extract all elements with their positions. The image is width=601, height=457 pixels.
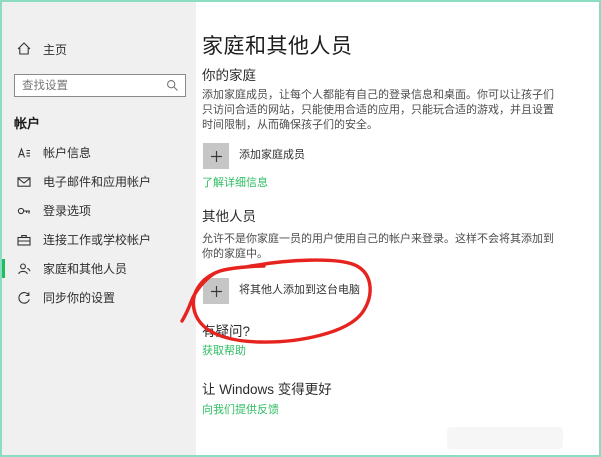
screenshot-artifact (447, 427, 563, 449)
other-people-description: 允许不是你家庭一员的用户使用自己的帐户来登录。这样不会将其添加到你的家庭中。 (202, 232, 564, 262)
home-icon (16, 41, 32, 57)
get-help-link[interactable]: 获取帮助 (202, 342, 246, 358)
your-family-heading: 你的家庭 (202, 64, 256, 84)
key-icon (16, 203, 32, 219)
sidebar-item-email-accounts[interactable]: 电子邮件和应用帐户 (2, 167, 196, 196)
home-label: 主页 (43, 41, 67, 58)
add-family-member-label: 添加家庭成员 (239, 146, 305, 162)
sidebar-item-family-other-people[interactable]: 家庭和其他人员 (2, 254, 196, 283)
add-someone-else-label: 将其他人添加到这台电脑 (239, 281, 360, 297)
selection-indicator (2, 259, 5, 278)
sidebar-item-label: 电子邮件和应用帐户 (43, 173, 151, 190)
add-family-member-button[interactable]: 添加家庭成员 (203, 143, 305, 169)
sync-icon (16, 290, 32, 306)
sidebar-item-label: 连接工作或学校帐户 (43, 231, 151, 248)
account-info-icon (16, 145, 32, 161)
add-someone-else-button[interactable]: 将其他人添加到这台电脑 (203, 278, 360, 304)
plus-icon (203, 143, 229, 169)
sidebar-item-label: 同步你的设置 (43, 289, 115, 306)
briefcase-icon (16, 232, 32, 248)
search-icon (166, 79, 179, 97)
sidebar-section-heading: 帐户 (14, 113, 196, 132)
feedback-heading: 让 Windows 变得更好 (202, 378, 332, 398)
learn-more-link[interactable]: 了解详细信息 (202, 174, 268, 190)
your-family-description: 添加家庭成员，让每个人都能有自己的登录信息和桌面。你可以让孩子们只访问合适的网站… (202, 88, 564, 133)
main-content: 家庭和其他人员 你的家庭 添加家庭成员，让每个人都能有自己的登录信息和桌面。你可… (196, 2, 599, 455)
sidebar-item-label: 家庭和其他人员 (43, 260, 127, 277)
search-input[interactable] (22, 75, 162, 96)
give-feedback-link[interactable]: 向我们提供反馈 (202, 401, 279, 417)
search-box (14, 74, 186, 97)
settings-window: 设置 主页 帐户 (0, 0, 601, 457)
sidebar-item-label: 登录选项 (43, 202, 91, 219)
sidebar-item-sync-settings[interactable]: 同步你的设置 (2, 283, 196, 312)
people-icon (16, 261, 32, 277)
question-heading: 有疑问? (202, 320, 250, 340)
page-title: 家庭和其他人员 (202, 30, 353, 60)
sidebar-item-label: 帐户信息 (43, 144, 91, 161)
sidebar-item-signin-options[interactable]: 登录选项 (2, 196, 196, 225)
sidebar: 主页 帐户 帐户信息 电子邮件和应用帐户 (2, 2, 196, 455)
sidebar-nav: 帐户信息 电子邮件和应用帐户 登录选项 连接工作或学校帐户 (2, 138, 196, 312)
plus-icon (203, 278, 229, 304)
sidebar-item-account-info[interactable]: 帐户信息 (2, 138, 196, 167)
sidebar-item-home[interactable]: 主页 (2, 36, 196, 62)
sidebar-item-work-school[interactable]: 连接工作或学校帐户 (2, 225, 196, 254)
other-people-heading: 其他人员 (202, 205, 256, 225)
email-icon (16, 174, 32, 190)
